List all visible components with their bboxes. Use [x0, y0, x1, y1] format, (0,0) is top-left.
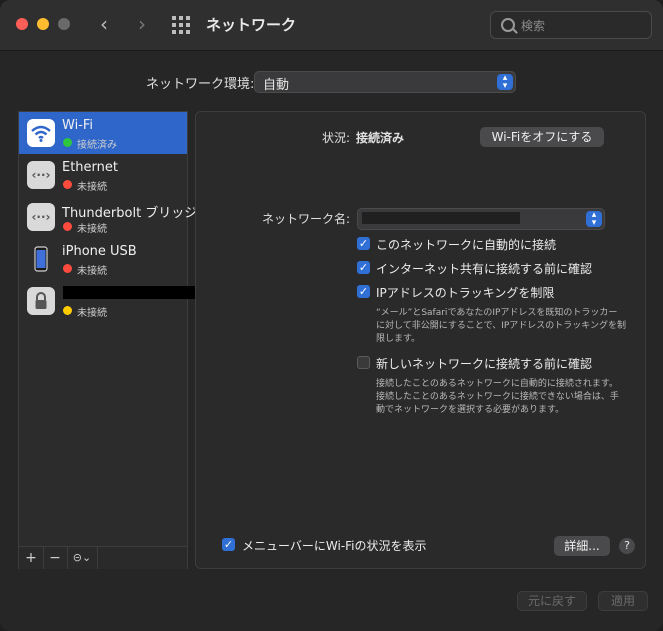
- location-label: ネットワーク環境:: [146, 77, 255, 92]
- popup-arrows-icon: ▴ ▾: [586, 211, 602, 228]
- show-all-grid-icon[interactable]: [172, 16, 190, 34]
- ask-hotspot-label: インターネット共有に接続する前に確認: [376, 262, 593, 276]
- service-status: 未接続: [77, 182, 107, 193]
- wifi-icon: [27, 119, 55, 147]
- turn-off-wifi-button[interactable]: Wi-Fiをオフにする: [480, 127, 604, 147]
- service-status: 接続済み: [77, 140, 117, 151]
- service-name: iPhone USB: [62, 244, 137, 259]
- back-button[interactable]: ‹: [92, 12, 116, 36]
- ethernet-icon: ‹··›: [27, 161, 55, 189]
- close-window-button[interactable]: [16, 18, 28, 30]
- advanced-button[interactable]: 詳細...: [554, 536, 610, 556]
- search-field[interactable]: 検索: [490, 11, 652, 39]
- help-button[interactable]: ?: [619, 538, 635, 554]
- service-status: 未接続: [77, 308, 107, 319]
- location-popup[interactable]: 自動 ▴ ▾: [254, 71, 516, 93]
- network-name-popup[interactable]: ▴ ▾: [357, 208, 605, 230]
- service-status: 未接続: [77, 224, 107, 235]
- service-name: Ethernet: [62, 160, 118, 175]
- redacted-service-name: [63, 286, 195, 299]
- tracking-note: “メール”とSafariであなたのIPアドレスを既知のトラッカーに対して非公開に…: [376, 308, 627, 344]
- remove-service-button[interactable]: −: [43, 547, 68, 569]
- lock-icon: [27, 287, 55, 315]
- apply-button[interactable]: 適用: [598, 591, 648, 611]
- service-thunderbolt-bridge[interactable]: ‹··› Thunderbolt ブリッジ 未接続: [19, 196, 197, 238]
- auto-join-label: このネットワークに自動的に接続: [376, 238, 557, 252]
- service-wifi[interactable]: Wi-Fi 接続済み: [19, 112, 187, 154]
- iphone-icon: [27, 245, 55, 273]
- status-label: 状況:: [322, 131, 351, 145]
- ask-hotspot-checkbox[interactable]: ✓: [357, 261, 370, 274]
- ethernet-icon: ‹··›: [27, 203, 55, 231]
- auto-join-checkbox[interactable]: ✓: [357, 237, 370, 250]
- service-list: Wi-Fi 接続済み ‹··› Ethernet 未接続 ‹··› Thunde…: [18, 111, 197, 569]
- location-value: 自動: [263, 78, 290, 93]
- status-dot: [63, 306, 72, 315]
- limit-ip-tracking-checkbox[interactable]: ✓: [357, 285, 370, 298]
- network-preferences-window: ‹ › ネットワーク 検索 ネットワーク環境: 自動 ▴ ▾ Wi-Fi 接続済み…: [0, 0, 663, 631]
- status-dot: [63, 138, 72, 147]
- redacted-network-name: [362, 212, 520, 224]
- service-list-toolbar: + − ⊝⌄: [19, 546, 187, 569]
- service-status: 未接続: [77, 266, 107, 277]
- status-dot: [63, 264, 72, 273]
- popup-arrows-icon: ▴ ▾: [497, 74, 513, 91]
- service-iphone-usb[interactable]: iPhone USB 未接続: [19, 238, 187, 280]
- show-in-menubar-checkbox[interactable]: ✓: [222, 538, 235, 551]
- add-service-button[interactable]: +: [19, 547, 44, 569]
- ask-new-networks-checkbox[interactable]: [357, 356, 370, 369]
- service-vpn[interactable]: 未接続: [19, 280, 195, 322]
- zoom-window-button[interactable]: [58, 18, 70, 30]
- window-title: ネットワーク: [206, 16, 297, 34]
- limit-ip-tracking-label: IPアドレスのトラッキングを制限: [376, 286, 555, 300]
- status-dot: [63, 222, 72, 231]
- service-name: Thunderbolt ブリッジ: [62, 206, 198, 221]
- ask-new-networks-note: 接続したことのあるネットワークに自動的に接続されます。接続したことのあるネットワ…: [376, 379, 619, 415]
- service-name: Wi-Fi: [62, 118, 94, 133]
- status-dot: [63, 180, 72, 189]
- forward-button[interactable]: ›: [130, 12, 154, 36]
- titlebar: ‹ › ネットワーク 検索: [0, 0, 663, 51]
- search-placeholder: 検索: [521, 19, 546, 33]
- network-name-label: ネットワーク名:: [262, 212, 351, 226]
- minimize-window-button[interactable]: [37, 18, 49, 30]
- show-in-menubar-label: メニューバーにWi-Fiの状況を表示: [242, 539, 427, 553]
- service-ethernet[interactable]: ‹··› Ethernet 未接続: [19, 154, 187, 196]
- wifi-detail-panel: 状況: 接続済み Wi-Fiをオフにする ネットワーク名: ▴ ▾ ✓ このネット…: [195, 111, 646, 569]
- action-menu-button[interactable]: ⊝⌄: [67, 547, 98, 569]
- ask-new-networks-label: 新しいネットワークに接続する前に確認: [376, 357, 593, 371]
- search-icon: [501, 18, 515, 32]
- revert-button[interactable]: 元に戻す: [517, 591, 587, 611]
- status-value: 接続済み: [356, 131, 405, 145]
